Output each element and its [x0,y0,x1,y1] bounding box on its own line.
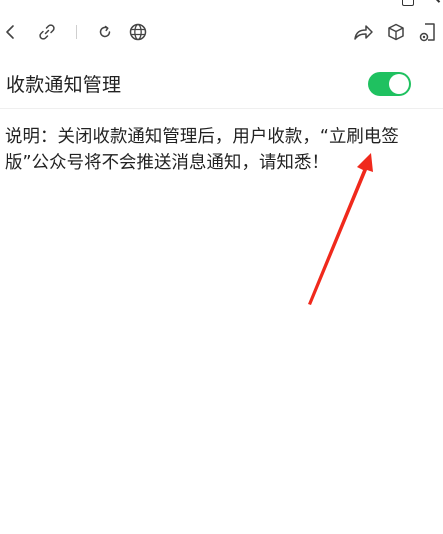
refresh-icon[interactable] [94,17,116,47]
receipt-notification-toggle[interactable] [368,72,411,96]
toolbar-divider [76,25,77,39]
globe-icon[interactable] [127,17,149,47]
window-icon[interactable] [417,17,439,47]
cube-icon[interactable] [385,17,407,47]
back-icon[interactable] [0,17,22,47]
restore-window-icon[interactable] [402,0,414,6]
share-icon[interactable] [352,17,374,47]
receipt-notification-setting-row: 收款通知管理 [0,64,443,109]
description-text: 说明：关闭收款通知管理后，用户收款，“立刷电签版”公众号将不会推送消息通知，请知… [5,127,399,173]
close-window-icon[interactable] [432,0,442,4]
setting-label: 收款通知管理 [6,74,122,96]
page: 收款通知管理 说明：关闭收款通知管理后，用户收款，“立刷电签版”公众号将不会推送… [0,0,443,534]
toggle-knob [389,74,409,94]
link-icon[interactable] [36,17,58,47]
toolbar [0,17,443,47]
